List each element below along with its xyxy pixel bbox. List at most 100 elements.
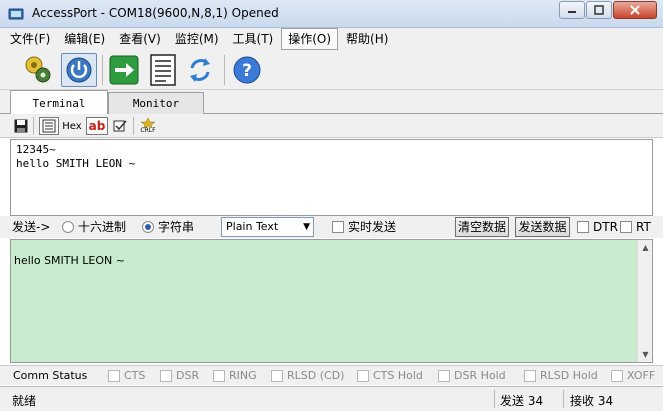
receive-line: hello SMITH LEON ~ [16,157,136,170]
rts-checkbox[interactable]: RT [620,220,651,234]
send-options-bar: 发送-> 十六进制 字符串 Plain Text ▼ 实时发送 清空数据 发送数… [0,216,663,238]
dsr-hold-label: DSR Hold [454,369,506,382]
checkbox-box [524,369,536,382]
chevron-down-icon: ▼ [303,222,310,232]
string-radio-label: 字符串 [158,220,195,234]
menu-help[interactable]: 帮助(H) [340,29,394,49]
rlsd-hold-indicator: RLSD Hold [524,369,598,382]
clear-data-button[interactable]: 清空数据 [455,217,509,237]
comm-status-label: Comm Status [13,369,88,382]
menu-monitor[interactable]: 监控(M) [169,29,225,49]
send-label: 发送-> [12,220,51,234]
checkbox-box [438,369,450,382]
save-button[interactable] [12,117,30,135]
dsr-hold-indicator: DSR Hold [438,369,506,382]
main-toolbar: ? [0,50,663,90]
ab-text-button[interactable]: ab [86,117,108,135]
dtr-checkbox[interactable]: DTR [577,220,618,234]
document-icon [150,54,176,86]
xoff-indicator: XOFF [611,369,655,382]
toolbar-separator [102,55,103,85]
terminal-toolbar: Hex ab CRLF [0,114,663,138]
power-icon [66,57,92,83]
help-icon: ? [233,56,261,84]
send-data-button[interactable]: 发送数据 [515,217,570,237]
settings-button[interactable] [20,53,56,87]
rlsd-hold-label: RLSD Hold [540,369,598,382]
checkbox-box [271,369,283,382]
app-icon [8,8,24,20]
hex-radio[interactable]: 十六进制 [62,220,126,234]
checkbox-box [357,369,369,382]
scroll-up-icon[interactable]: ▲ [638,240,653,255]
menu-view[interactable]: 查看(V) [113,29,167,49]
checkbox-box [332,221,344,233]
status-separator [563,390,564,408]
menu-edit[interactable]: 编辑(E) [58,29,111,49]
received-count: 接收 34 [570,394,614,408]
realtime-send-label: 实时发送 [348,220,397,234]
send-text: hello SMITH LEON ~ [14,254,125,267]
hex-view-button[interactable] [39,117,59,135]
checkbox-box [620,221,632,233]
cts-hold-label: CTS Hold [373,369,423,382]
cts-label: CTS [124,369,146,382]
checkbox-box [108,369,120,382]
maximize-icon [594,5,604,15]
send-input-area[interactable]: hello SMITH LEON ~ ▲ ▼ [10,239,653,363]
send-area-scrollbar[interactable]: ▲ ▼ [637,240,652,362]
format-select[interactable]: Plain Text ▼ [221,217,314,237]
svg-text:?: ? [242,61,252,81]
checkbox-box [213,369,225,382]
dtr-label: DTR [593,220,618,234]
close-button[interactable] [613,1,657,19]
hex-mode-button[interactable]: Hex [62,117,82,135]
tab-terminal[interactable]: Terminal [10,90,108,115]
hex-radio-label: 十六进制 [78,220,127,234]
radio-dot [142,221,154,233]
radio-dot [62,221,74,233]
menu-file[interactable]: 文件(F) [4,29,56,49]
cts-indicator: CTS [108,369,145,382]
checkbox-box [577,221,589,233]
document-button[interactable] [145,53,181,87]
scroll-down-icon[interactable]: ▼ [638,347,653,362]
rlsd-label: RLSD (CD) [287,369,345,382]
edit-check-button[interactable] [111,117,129,135]
rts-label: RT [636,220,651,234]
realtime-send-checkbox[interactable]: 实时发送 [332,220,396,234]
forward-arrow-icon [109,55,139,85]
toolbar-separator [33,117,34,135]
close-icon [630,5,640,15]
crlf-button[interactable]: CRLF [137,117,159,135]
hex-grid-icon [42,119,56,133]
refresh-icon [190,58,210,82]
receive-line: 12345~ [16,143,56,156]
checkbox-box [160,369,172,382]
menu-tools[interactable]: 工具(T) [227,29,280,49]
receive-area[interactable]: 12345~ hello SMITH LEON ~ [10,139,653,216]
tab-monitor[interactable]: Monitor [108,92,204,114]
help-button[interactable]: ? [229,53,265,87]
power-button[interactable] [61,53,97,87]
comm-status-bar: Comm Status CTS DSR RING RLSD (CD) CTS H… [0,365,663,385]
maximize-button[interactable] [586,1,612,19]
refresh-button[interactable] [182,53,218,87]
minimize-icon [568,11,576,13]
edit-check-icon [113,120,127,132]
dsr-indicator: DSR [160,369,199,382]
menu-bar: 文件(F) 编辑(E) 查看(V) 监控(M) 工具(T) 操作(O) 帮助(H… [0,28,663,50]
ring-indicator: RING [213,369,257,382]
dsr-label: DSR [176,369,200,382]
minimize-button[interactable] [559,1,585,19]
save-disk-icon [14,119,28,133]
ring-label: RING [229,369,257,382]
toolbar-separator [224,55,225,85]
toolbar-separator [133,117,134,135]
sent-count: 发送 34 [500,394,544,408]
forward-button[interactable] [106,53,142,87]
string-radio[interactable]: 字符串 [142,220,194,234]
menu-operation[interactable]: 操作(O) [281,28,339,50]
format-select-value: Plain Text [226,220,279,233]
xoff-label: XOFF [627,369,656,382]
